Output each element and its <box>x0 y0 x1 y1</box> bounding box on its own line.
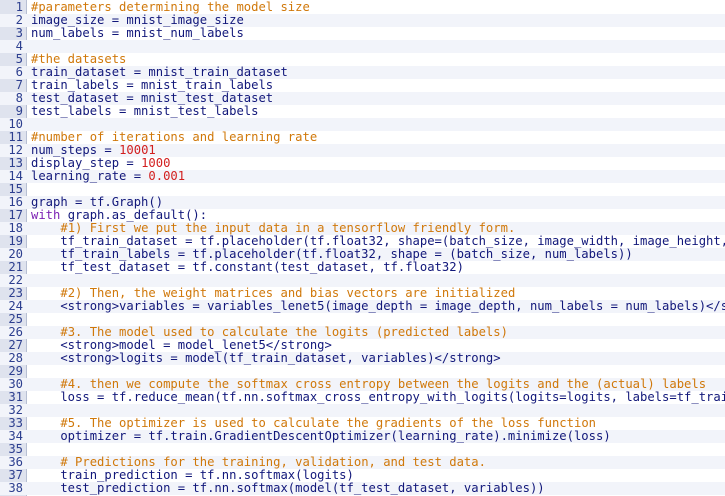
code-line[interactable]: 24 <strong>variables = variables_lenet5(… <box>0 300 725 313</box>
code-token: display_step = <box>31 156 142 170</box>
code-token: optimizer = tf.train.GradientDescentOpti… <box>31 429 611 443</box>
code-token: tf_test_dataset = tf.constant(test_datas… <box>31 260 464 274</box>
code-token: <strong>model = model_lenet5</strong> <box>31 338 332 352</box>
code-token: 0.001 <box>148 169 186 183</box>
code-token: image_size = mnist_image_size <box>31 13 244 27</box>
code-token: <strong>variables = variables_lenet5(ima… <box>31 299 725 313</box>
code-token: test_prediction = tf.nn.softmax(model(tf… <box>31 481 545 495</box>
code-line[interactable]: 38 test_prediction = tf.nn.softmax(model… <box>0 482 725 495</box>
line-code: learning_rate = 0.001 <box>31 170 185 183</box>
code-line[interactable]: 14 learning_rate = 0.001 <box>0 170 725 183</box>
code-editor[interactable]: 1 #parameters determining the model size 2… <box>0 0 725 496</box>
code-token: #parameters determining the model size <box>31 0 310 14</box>
code-token: learning_rate = <box>31 169 149 183</box>
code-line[interactable]: 9 test_labels = mnist_test_labels <box>0 105 725 118</box>
line-code: tf_test_dataset = tf.constant(test_datas… <box>31 261 464 274</box>
code-line[interactable]: 21 tf_test_dataset = tf.constant(test_da… <box>0 261 725 274</box>
line-code: test_prediction = tf.nn.softmax(model(tf… <box>31 481 545 495</box>
code-token: #the datasets <box>31 52 127 66</box>
code-token: train_dataset = mnist_train_dataset <box>31 65 288 79</box>
code-token: tf_train_dataset = tf.placeholder(tf.flo… <box>60 234 725 248</box>
code-line[interactable]: 3 num_labels = mnist_num_labels <box>0 27 725 40</box>
code-token: #number of iterations and learning rate <box>31 130 318 144</box>
line-number: 38 <box>8 481 23 495</box>
line-code: loss = tf.reduce_mean(tf.nn.softmax_cros… <box>31 391 725 404</box>
line-code: test_labels = mnist_test_labels <box>31 105 258 118</box>
code-token: loss = tf.reduce_mean(tf.nn.softmax_cros… <box>31 390 725 404</box>
line-code: <strong>variables = variables_lenet5(ima… <box>31 300 725 313</box>
code-line[interactable]: 34 optimizer = tf.train.GradientDescentO… <box>0 430 725 443</box>
code-token: 1000 <box>141 156 171 170</box>
code-line[interactable]: 31 loss = tf.reduce_mean(tf.nn.softmax_c… <box>0 391 725 404</box>
code-token: train_labels = mnist_train_labels <box>31 78 274 92</box>
code-token: <strong>logits = model(tf_train_dataset,… <box>31 351 501 365</box>
code-token: graph = tf.Graph() <box>31 195 164 209</box>
code-token: #5. The optimizer is used to calculate t… <box>60 416 596 430</box>
code-token: num_labels = mnist_num_labels <box>31 26 244 40</box>
code-token: with <box>31 208 61 222</box>
code-token: test_dataset = mnist_test_dataset <box>31 91 274 105</box>
code-token: num_steps = <box>31 143 120 157</box>
code-token: #1) First we put the input data in a ten… <box>60 221 516 235</box>
code-line[interactable]: 28 <strong>logits = model(tf_train_datas… <box>0 352 725 365</box>
line-code: num_labels = mnist_num_labels <box>31 27 244 40</box>
code-token: 10001 <box>119 143 156 157</box>
code-token: #4. then we compute the softmax cross en… <box>60 377 707 391</box>
code-token: test_labels = mnist_test_labels <box>31 104 259 118</box>
code-token: train_prediction = tf.nn.softmax(logits) <box>31 468 354 482</box>
code-token: # Predictions for the training, validati… <box>60 455 486 469</box>
code-token: tf_train_labels = tf.placeholder(tf.floa… <box>31 247 633 261</box>
code-token: graph.as_default(): <box>60 208 208 222</box>
line-code: optimizer = tf.train.GradientDescentOpti… <box>31 429 611 443</box>
code-token: #3. The model used to calculate the logi… <box>60 325 508 339</box>
line-code: <strong>logits = model(tf_train_dataset,… <box>31 351 501 365</box>
code-token: #2) Then, the weight matrices and bias v… <box>60 286 516 300</box>
